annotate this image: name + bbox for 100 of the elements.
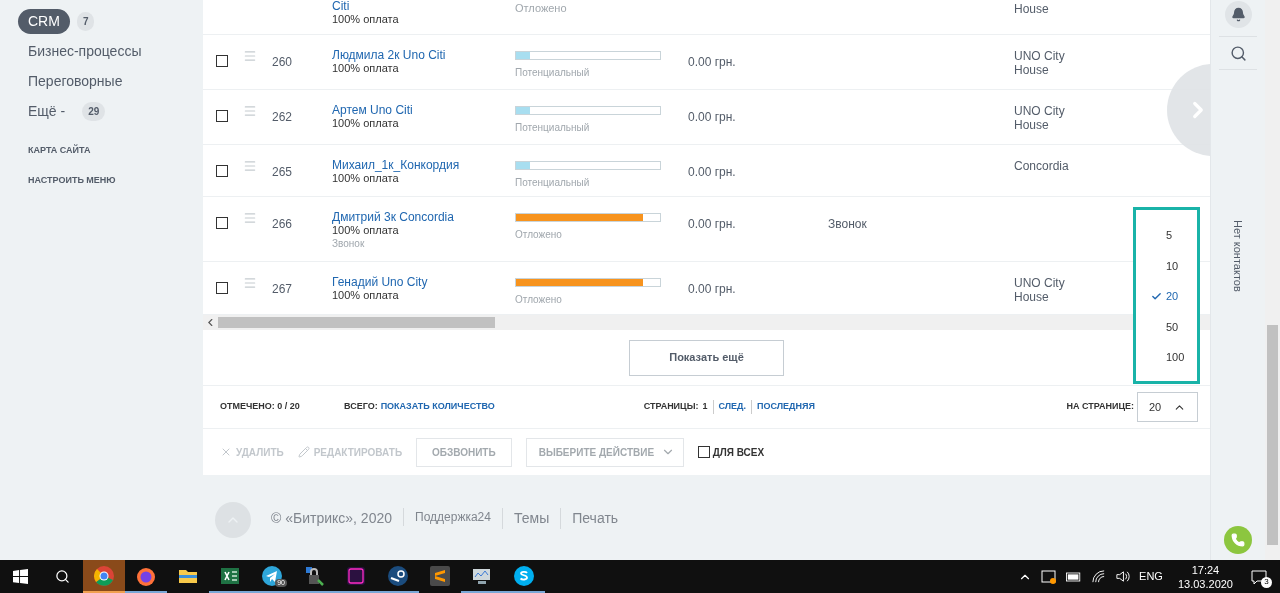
- company-cell-text: UNO City House: [1014, 49, 1066, 77]
- stage-label: Потенциальный: [515, 121, 590, 135]
- footer-link[interactable]: Поддержка24: [403, 508, 502, 526]
- id-cell: 267: [272, 282, 293, 296]
- activity-cell: Звонок: [828, 217, 867, 231]
- vertical-scrollbar[interactable]: [1265, 0, 1280, 560]
- phone-icon: [1231, 533, 1245, 547]
- stage-label: Потенциальный: [515, 176, 590, 190]
- deal-note: Звонок: [332, 237, 365, 250]
- pages-label: СТРАНИЦЫ:: [643, 400, 699, 414]
- clock-date[interactable]: 13.03.2020: [1177, 576, 1233, 591]
- deal-name-link[interactable]: Citi: [332, 0, 515, 13]
- show-count-link[interactable]: ПОКАЗАТЬ КОЛИЧЕСТВО: [380, 400, 644, 414]
- id-cell: 265: [272, 165, 293, 179]
- footer-link[interactable]: Темы: [501, 508, 561, 529]
- sidebar-item[interactable]: Бизнес-процессы: [18, 40, 152, 62]
- footer-link[interactable]: Печать: [560, 508, 630, 529]
- checked-counter: ОТМЕЧЕНО: 0 / 20: [220, 400, 301, 414]
- company-cell-text: House: [1014, 1, 1049, 18]
- check-icon: [1151, 290, 1162, 302]
- checkbox[interactable]: [216, 55, 228, 67]
- checkbox[interactable]: [216, 282, 228, 294]
- notifications-button[interactable]: [1224, 1, 1252, 28]
- square-logo-icon: [345, 564, 367, 587]
- sidebar-item[interactable]: Переговорные: [18, 70, 133, 92]
- checkbox[interactable]: [697, 446, 710, 458]
- stage-label: Отложено: [515, 293, 562, 307]
- stage-label: Отложено: [515, 228, 562, 242]
- drag-handle-icon[interactable]: [243, 159, 257, 173]
- notification-center-button[interactable]: 3: [1248, 565, 1270, 588]
- deal-name-link[interactable]: Артем Uno Citi: [332, 104, 413, 117]
- ring-logo-icon: [93, 564, 115, 587]
- id-cell: 260: [272, 55, 293, 69]
- for-all-label: ДЛЯ ВСЕХ: [712, 445, 765, 460]
- tray-app-icon[interactable]: [1041, 568, 1058, 585]
- drag-handle-icon[interactable]: [243, 276, 257, 290]
- copyright-text: © «Битрикс», 2020: [271, 509, 393, 528]
- sidebar-link[interactable]: НАСТРОИТЬ МЕНЮ: [28, 173, 203, 187]
- per-page-label: НА СТРАНИЦЕ:: [1066, 400, 1134, 414]
- current-page: 1: [702, 400, 714, 414]
- sum-cell: 0.00 грн.: [688, 165, 736, 179]
- deal-subtitle: 100% оплата: [332, 13, 400, 26]
- sidebar-item[interactable]: Ещё -: [18, 100, 76, 122]
- sum-cell: 0.00 грн.: [688, 110, 736, 124]
- deal-name-link[interactable]: Людмила 2к Uno Citi: [332, 49, 446, 62]
- speaker-icon[interactable]: [1115, 569, 1131, 584]
- sum-cell: 0.00 грн.: [688, 217, 736, 231]
- id-cell: 266: [272, 217, 293, 231]
- x-icon: [220, 446, 232, 458]
- paper-plane-icon: [261, 564, 283, 587]
- dropdown-option[interactable]: 20: [1136, 281, 1197, 312]
- deal-subtitle: 100% оплата: [332, 289, 399, 302]
- dropdown-option[interactable]: 50: [1136, 311, 1197, 342]
- company-cell-text: UNO City House: [1014, 104, 1066, 132]
- round-logo-icon: [513, 564, 535, 587]
- search-icon[interactable]: [1229, 44, 1247, 62]
- notification-count: 3: [1261, 576, 1272, 588]
- language-indicator[interactable]: ENG: [1139, 568, 1163, 585]
- stage-label: Потенциальный: [515, 66, 590, 80]
- deal-name-link[interactable]: Дмитрий 3к Concordia: [332, 211, 454, 224]
- battery-icon[interactable]: [1066, 571, 1083, 582]
- deal-subtitle: 100% оплата: [332, 224, 399, 237]
- deal-name-link[interactable]: Генадий Uno City: [332, 276, 428, 289]
- stage-label: Отложено: [515, 2, 567, 14]
- square-logo-icon: [429, 564, 451, 587]
- dropdown-option[interactable]: 5: [1136, 220, 1197, 251]
- sidebar-link[interactable]: КАРТА САЙТА: [28, 144, 203, 158]
- clock-time[interactable]: 17:24: [1191, 562, 1220, 577]
- sum-cell: 0.00 грн.: [688, 282, 736, 296]
- id-cell: 262: [272, 110, 293, 124]
- dropdown-option[interactable]: 10: [1136, 250, 1197, 281]
- per-page-select[interactable]: 20: [1137, 392, 1198, 422]
- deal-name-link[interactable]: Михаил_1к_Конкордия: [332, 159, 460, 172]
- deal-subtitle: 100% оплата: [332, 62, 399, 75]
- checkbox[interactable]: [216, 110, 228, 122]
- company-cell-text: UNO City House: [1014, 276, 1066, 304]
- checkbox[interactable]: [216, 217, 228, 229]
- drag-handle-icon[interactable]: [243, 104, 257, 118]
- show-more-button[interactable]: Показать ещё: [629, 339, 784, 376]
- bell-icon: [1230, 7, 1246, 22]
- dropdown-option[interactable]: 100: [1136, 342, 1197, 373]
- next-page-link[interactable]: СЛЕД.: [713, 400, 752, 414]
- drag-handle-icon[interactable]: [243, 211, 257, 225]
- counter-badge: 7: [76, 11, 95, 31]
- wifi-icon[interactable]: [1091, 569, 1107, 584]
- counter-badge: 29: [82, 101, 106, 121]
- padlock-icon: [303, 564, 325, 587]
- round-logo-icon: [387, 564, 409, 587]
- pencil-icon: [297, 446, 310, 458]
- deal-subtitle: 100% оплата: [332, 117, 399, 130]
- scroll-left-icon[interactable]: [208, 319, 213, 326]
- horizontal-scrollbar[interactable]: [203, 315, 1210, 330]
- company-cell-text: Concordia: [1014, 159, 1070, 173]
- sidebar-item[interactable]: CRM: [18, 8, 70, 34]
- last-page-link[interactable]: ПОСЛЕДНЯЯ: [752, 400, 820, 414]
- search-icon[interactable]: [54, 569, 70, 584]
- deal-subtitle: 100% оплата: [332, 172, 399, 185]
- drag-handle-icon[interactable]: [243, 49, 257, 63]
- checkbox[interactable]: [216, 165, 228, 177]
- start-icon[interactable]: [13, 569, 28, 584]
